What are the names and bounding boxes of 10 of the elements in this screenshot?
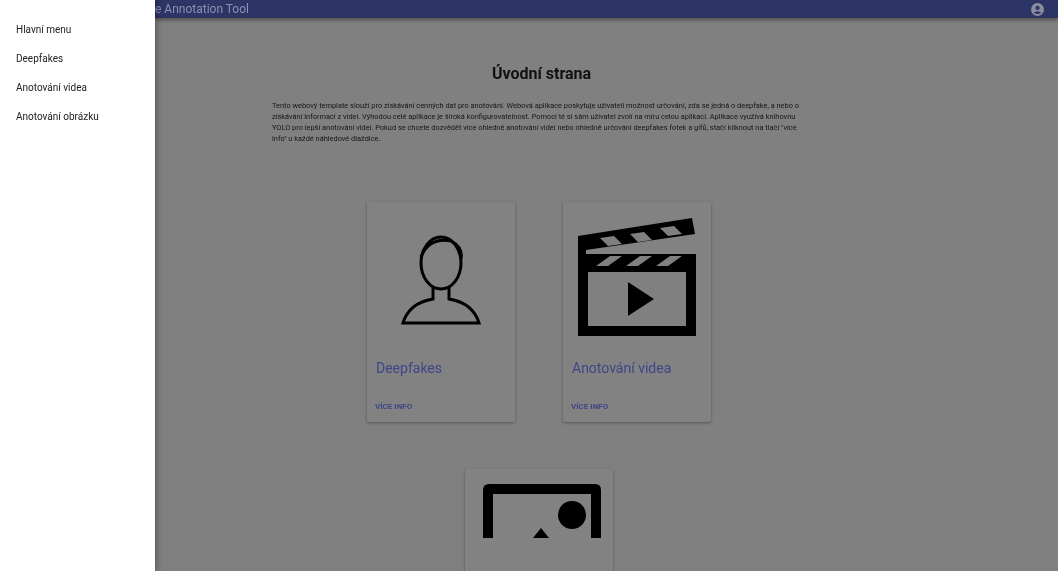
drawer-item[interactable]: Deepfakes: [16, 51, 64, 66]
page-heading: Úvodní strana: [490, 63, 593, 85]
card-title: Anotování videa: [571, 359, 673, 378]
drawer-item[interactable]: Hlavní menu: [16, 22, 72, 37]
card-title: Deepfakes: [375, 359, 443, 378]
clapperboard-icon: [576, 216, 698, 338]
drawer-item[interactable]: Anotování obrázku: [16, 109, 99, 124]
account-icon[interactable]: [1031, 2, 1044, 16]
drawer-item[interactable]: Anotování videa: [16, 80, 87, 95]
app-title: e Annotation Tool: [155, 1, 249, 18]
